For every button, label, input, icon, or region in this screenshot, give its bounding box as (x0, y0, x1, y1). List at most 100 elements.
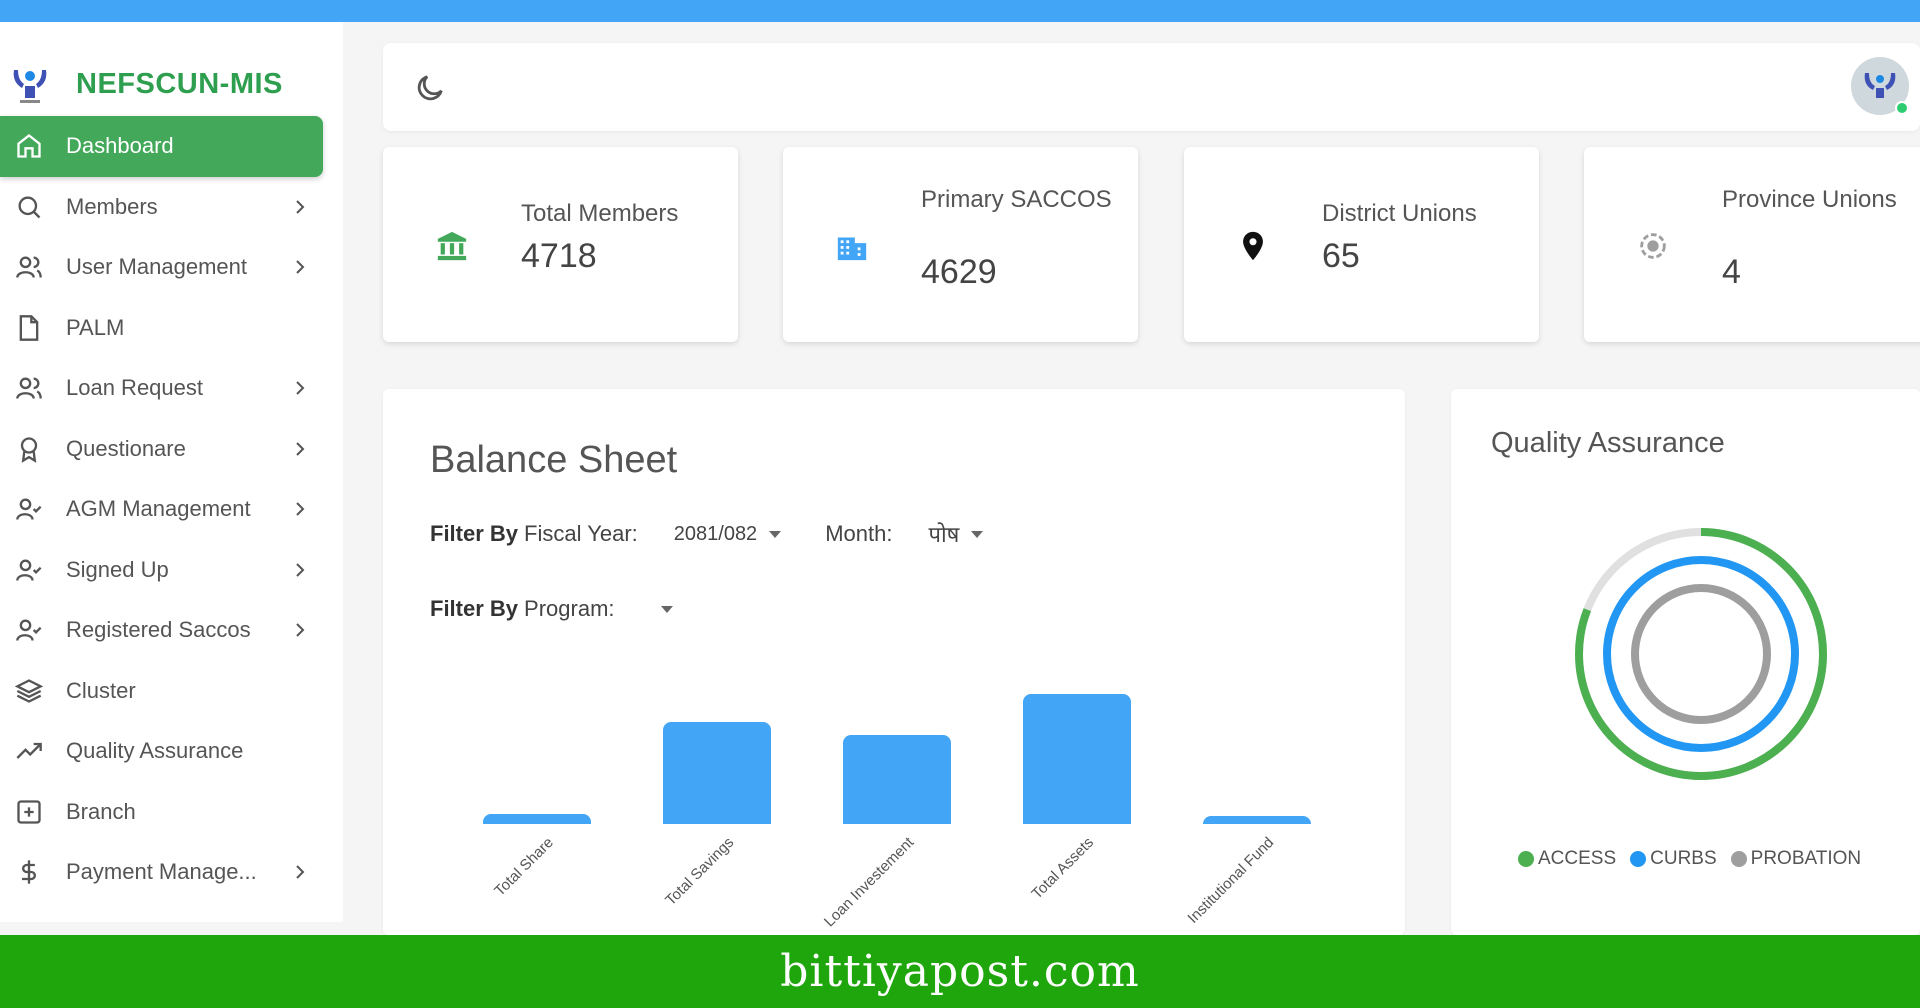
chevron-down-icon (971, 530, 984, 538)
footer-banner: bittiyapost.com (0, 935, 1920, 1008)
fiscal-year-select[interactable]: 2081/082 (673, 522, 782, 546)
sidebar-item-label: Registered Saccos (66, 617, 251, 643)
chevron-right-icon (296, 260, 305, 274)
chart-bar[interactable] (483, 814, 591, 824)
filter-bold-label: Filter By (430, 596, 519, 621)
top-header (383, 43, 1920, 131)
chart-bar[interactable] (1023, 694, 1131, 824)
chart-bar[interactable] (1203, 816, 1311, 824)
chart-x-label: Total Assets (1028, 834, 1098, 903)
sidebar-item-label: Payment Manage... (66, 859, 257, 885)
sidebar-item-label: AGM Management (66, 496, 251, 522)
legend-item-probation[interactable]: PROBATION (1730, 848, 1862, 870)
sidebar-item-agm-management[interactable]: AGM Management (0, 479, 343, 540)
stat-value: 4 (1722, 253, 1741, 291)
sidebar-item-label: Signed Up (66, 556, 169, 582)
user-check-icon (14, 615, 44, 645)
stat-label: District Unions (1322, 200, 1477, 227)
stat-value: 4718 (521, 237, 597, 275)
logo-icon (13, 70, 47, 103)
chevron-right-icon (296, 865, 305, 879)
map-pin-icon (1243, 231, 1263, 261)
stat-label: Total Members (521, 200, 679, 227)
chevron-right-icon (296, 381, 305, 395)
sidebar-item-registered-saccos[interactable]: Registered Saccos (0, 600, 343, 661)
quality-assurance-title: Quality Assurance (1491, 427, 1725, 459)
stat-card-district-unions[interactable]: District Unions 65 (1184, 147, 1539, 342)
user-check-icon (14, 494, 44, 524)
chevron-right-icon (296, 200, 305, 214)
chevron-down-icon (769, 530, 782, 538)
stat-label: Province Unions (1722, 186, 1897, 213)
quality-legend: ACCESS CURBS PROBATION (1518, 848, 1875, 870)
stat-label: Primary SACCOS (921, 186, 1112, 213)
sidebar-item-label: User Management (66, 254, 247, 280)
building-icon (837, 237, 867, 261)
month-label: Month: (825, 521, 893, 546)
bank-icon (437, 231, 467, 261)
trending-up-icon (14, 736, 44, 766)
sidebar-item-user-management[interactable]: User Management (0, 237, 343, 298)
program-select[interactable] (649, 605, 679, 613)
stat-value: 4629 (921, 253, 997, 291)
user-check-icon (14, 555, 44, 585)
brand[interactable]: NEFSCUN-MIS (8, 62, 283, 106)
legend-item-access[interactable]: ACCESS (1518, 848, 1616, 870)
chart-x-label: Institutional Fund (1184, 834, 1278, 927)
moon-icon[interactable] (413, 71, 447, 105)
chevron-right-icon (296, 502, 305, 516)
stat-card-primary-saccos[interactable]: Primary SACCOS 4629 (783, 147, 1138, 342)
sidebar-item-dashboard[interactable]: Dashboard (0, 116, 323, 177)
month-select[interactable]: पोष (928, 519, 984, 549)
sidebar-item-signed-up[interactable]: Signed Up (0, 540, 343, 601)
stat-card-province-unions[interactable]: Province Unions 4 (1584, 147, 1920, 342)
sidebar-item-quality-assurance[interactable]: Quality Assurance (0, 721, 343, 782)
sidebar-item-payment-management[interactable]: Payment Manage... (0, 842, 343, 903)
sidebar-item-palm[interactable]: PALM (0, 298, 343, 359)
home-icon (14, 131, 44, 161)
filter-label: Fiscal Year: (524, 521, 638, 546)
sidebar-item-label: PALM (66, 314, 125, 340)
balance-sheet-panel: Balance Sheet Filter By Fiscal Year: 208… (383, 389, 1405, 935)
fiscal-year-filter: Filter By Fiscal Year: 2081/082 Month: प… (430, 519, 984, 549)
sidebar-item-label: Cluster (66, 677, 136, 703)
chart-x-label: Loan Investement (820, 834, 918, 931)
legend-item-curbs[interactable]: CURBS (1630, 848, 1717, 870)
sidebar-item-cluster[interactable]: Cluster (0, 661, 343, 722)
legend-label: ACCESS (1538, 848, 1617, 869)
chart-bar[interactable] (843, 734, 951, 824)
filter-label: Program: (524, 596, 615, 621)
chart-x-label: Total Savings (661, 834, 738, 910)
sidebar-item-questionare[interactable]: Questionare (0, 419, 343, 480)
legend-dot (1630, 851, 1647, 867)
ring-probation (1631, 584, 1771, 724)
sidebar-nav: Dashboard Members User Management PALM L… (0, 116, 343, 903)
sidebar-item-label: Branch (66, 798, 136, 824)
award-icon (14, 434, 44, 464)
chevron-down-icon (660, 605, 673, 613)
sidebar-item-members[interactable]: Members (0, 177, 343, 238)
chevron-right-icon (296, 442, 305, 456)
fiscal-year-value: 2081/082 (673, 522, 758, 545)
top-accent-bar (0, 0, 1920, 22)
sidebar-item-branch[interactable]: Branch (0, 782, 343, 843)
sidebar-item-label: Dashboard (66, 133, 174, 159)
stat-card-total-members[interactable]: Total Members 4718 (383, 147, 738, 342)
legend-label: PROBATION (1750, 848, 1862, 869)
app-name: NEFSCUN-MIS (76, 67, 283, 100)
chart-bar[interactable] (663, 722, 771, 824)
users-icon (14, 373, 44, 403)
month-value: पोष (928, 522, 960, 547)
legend-label: CURBS (1650, 848, 1717, 869)
legend-dot (1730, 851, 1747, 867)
sidebar-item-loan-request[interactable]: Loan Request (0, 358, 343, 419)
footer-text: bittiyapost.com (780, 946, 1140, 997)
sidebar-item-label: Quality Assurance (66, 738, 244, 764)
dollar-icon (14, 857, 44, 887)
legend-dot (1518, 851, 1534, 867)
filter-bold-label: Filter By (430, 521, 519, 546)
file-icon (14, 313, 44, 343)
chart-x-label: Total Share (491, 834, 558, 900)
online-status-dot (1895, 101, 1909, 115)
users-icon (14, 252, 44, 282)
